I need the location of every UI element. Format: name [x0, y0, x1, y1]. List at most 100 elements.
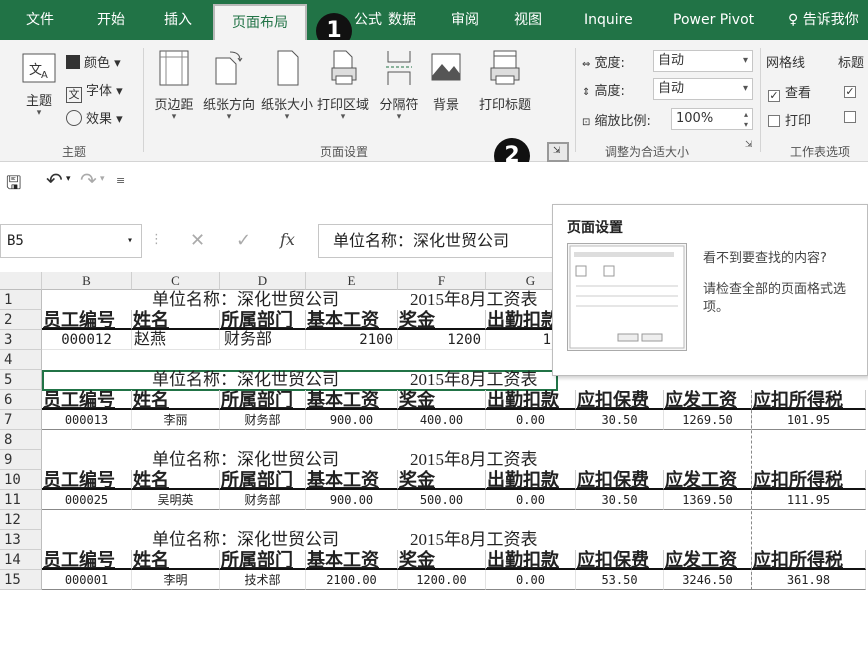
column-header[interactable]: E	[306, 272, 398, 290]
tab-home[interactable]: 开始	[97, 0, 125, 40]
gridlines-print-checkbox[interactable]: 打印	[768, 110, 811, 129]
header-cell[interactable]: 姓名	[132, 390, 220, 410]
data-cell[interactable]: 101.95	[752, 410, 866, 430]
header-cell[interactable]: 奖金	[398, 470, 486, 490]
tab-review[interactable]: 审阅	[451, 0, 479, 40]
tab-power-pivot[interactable]: Power Pivot	[673, 0, 754, 40]
chevron-down-icon[interactable]: ▾	[100, 174, 105, 184]
redo-icon[interactable]: ↷	[80, 168, 97, 192]
headings-print-checkbox[interactable]	[844, 110, 861, 125]
page-setup-dialog-launcher[interactable]: ⇲	[547, 142, 569, 162]
margins-button[interactable]: 页边距 ▾	[145, 48, 203, 122]
data-cell[interactable]: 500.00	[398, 490, 486, 510]
column-header[interactable]: D	[220, 272, 306, 290]
tab-inquire[interactable]: Inquire	[584, 0, 633, 40]
sheet-title-month[interactable]: 2015年8月工资表	[408, 530, 578, 550]
tab-formulas[interactable]: 公式	[354, 0, 382, 40]
header-cell[interactable]: 应发工资	[664, 550, 752, 570]
undo-icon[interactable]: ↶	[46, 168, 63, 192]
row-header[interactable]: 1	[0, 290, 42, 310]
header-cell[interactable]: 所属部门	[220, 310, 306, 330]
header-cell[interactable]: 应扣保费	[576, 550, 664, 570]
headings-view-checkbox[interactable]: ✓	[844, 82, 861, 98]
tell-me-box[interactable]: ♀ 告诉我你	[788, 0, 868, 40]
width-select[interactable]: 自动 ▾	[653, 50, 753, 72]
data-cell[interactable]: 财务部	[220, 330, 306, 350]
data-cell[interactable]: 1200.00	[398, 570, 486, 590]
row-header[interactable]: 12	[0, 510, 42, 530]
header-cell[interactable]: 姓名	[132, 470, 220, 490]
enter-checkmark-icon[interactable]: ✓	[236, 230, 251, 251]
data-cell[interactable]: 000025	[42, 490, 132, 510]
data-cell[interactable]: 111.95	[752, 490, 866, 510]
sheet-title-company[interactable]: 单位名称：深化世贸公司	[150, 450, 400, 470]
header-cell[interactable]: 应发工资	[664, 390, 752, 410]
data-cell[interactable]: 000013	[42, 410, 132, 430]
data-cell[interactable]: 0.00	[486, 570, 576, 590]
background-button[interactable]: 背景	[417, 48, 475, 113]
data-cell[interactable]: 1369.50	[664, 490, 752, 510]
scale-spinner[interactable]: 100% ▴ ▾	[671, 108, 753, 130]
orientation-button[interactable]: 纸张方向 ▾	[200, 48, 258, 122]
tab-insert[interactable]: 插入	[164, 0, 192, 40]
data-cell[interactable]: 30.50	[576, 410, 664, 430]
chevron-down-icon[interactable]: ▾	[66, 174, 71, 184]
tab-page-layout[interactable]: 页面布局	[213, 4, 307, 40]
size-button[interactable]: 纸张大小 ▾	[258, 48, 316, 122]
header-cell[interactable]: 基本工资	[306, 390, 398, 410]
data-cell[interactable]: 李明	[132, 570, 220, 590]
header-cell[interactable]: 基本工资	[306, 310, 398, 330]
sheet-title-month[interactable]: 2015年8月工资表	[408, 450, 578, 470]
tab-file[interactable]: 文件	[26, 0, 54, 40]
row-header[interactable]: 8	[0, 430, 42, 450]
tab-view[interactable]: 视图	[514, 0, 542, 40]
theme-effects-button[interactable]: 效果 ▾	[66, 108, 123, 127]
sheet-title-company[interactable]: 单位名称：深化世贸公司	[150, 290, 400, 310]
print-titles-button[interactable]: 打印标题	[476, 48, 534, 113]
cancel-icon[interactable]: ✕	[190, 230, 205, 251]
customize-qat-icon[interactable]: ≡	[116, 174, 125, 187]
header-cell[interactable]: 应发工资	[664, 470, 752, 490]
header-cell[interactable]: 应扣所得税	[752, 550, 866, 570]
row-header[interactable]: 4	[0, 350, 42, 370]
data-cell[interactable]: 361.98	[752, 570, 866, 590]
column-header[interactable]: F	[398, 272, 486, 290]
data-cell[interactable]: 900.00	[306, 490, 398, 510]
header-cell[interactable]: 姓名	[132, 550, 220, 570]
data-cell[interactable]: 900.00	[306, 410, 398, 430]
height-select[interactable]: 自动 ▾	[653, 78, 753, 100]
column-header[interactable]: B	[42, 272, 132, 290]
header-cell[interactable]: 基本工资	[306, 470, 398, 490]
themes-button[interactable]: 文A 主题 ▾	[14, 52, 64, 118]
header-cell[interactable]: 奖金	[398, 390, 486, 410]
data-cell[interactable]: 1200	[398, 330, 486, 350]
row-header[interactable]: 10	[0, 470, 42, 490]
data-cell[interactable]: 1269.50	[664, 410, 752, 430]
data-cell[interactable]: 3246.50	[664, 570, 752, 590]
header-cell[interactable]: 基本工资	[306, 550, 398, 570]
insert-function-icon[interactable]: fx	[280, 230, 295, 249]
print-area-button[interactable]: 打印区域 ▾	[314, 48, 372, 122]
data-cell[interactable]: 财务部	[220, 490, 306, 510]
sheet-title-company[interactable]: 单位名称：深化世贸公司	[150, 370, 400, 390]
data-cell[interactable]: 1	[486, 330, 556, 350]
header-cell[interactable]: 所属部门	[220, 550, 306, 570]
header-cell[interactable]: 奖金	[398, 550, 486, 570]
header-cell[interactable]: 员工编号	[42, 390, 132, 410]
header-cell[interactable]: 应扣保费	[576, 390, 664, 410]
header-cell[interactable]: 应扣所得税	[752, 390, 866, 410]
data-cell[interactable]: 财务部	[220, 410, 306, 430]
header-cell[interactable]: 出勤扣款	[486, 470, 576, 490]
save-icon[interactable]: 🖫	[6, 171, 21, 201]
row-header[interactable]: 7	[0, 410, 42, 430]
header-cell[interactable]: 所属部门	[220, 470, 306, 490]
row-header[interactable]: 2	[0, 310, 42, 330]
data-cell[interactable]: 技术部	[220, 570, 306, 590]
header-cell[interactable]: 出勤扣款	[486, 310, 556, 330]
row-header[interactable]: 5	[0, 370, 42, 390]
row-header[interactable]: 15	[0, 570, 42, 590]
data-cell[interactable]: 000012	[42, 330, 132, 350]
row-header[interactable]: 3	[0, 330, 42, 350]
header-cell[interactable]: 员工编号	[42, 470, 132, 490]
sheet-title-month[interactable]: 2015年8月工资表	[408, 370, 554, 390]
